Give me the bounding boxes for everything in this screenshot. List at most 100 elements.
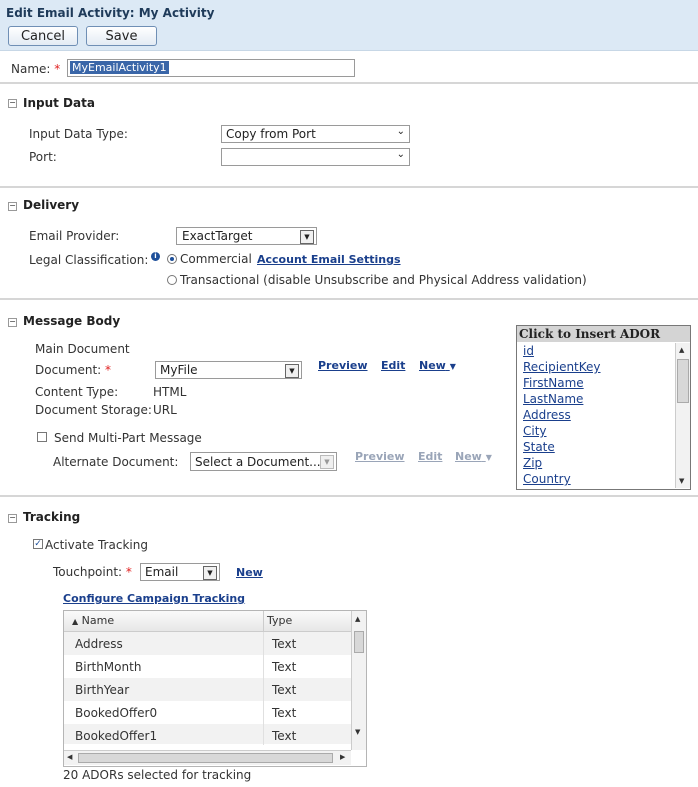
row-type: Text — [272, 637, 297, 651]
name-input[interactable]: MyEmailActivity1 — [67, 59, 355, 77]
touchpoint-select[interactable]: Email ▼ — [140, 563, 220, 581]
minus-icon[interactable]: − — [8, 514, 17, 523]
ador-item-country[interactable]: Country — [523, 472, 571, 486]
scroll-down-icon[interactable]: ▼ — [679, 477, 684, 485]
minus-icon[interactable]: − — [8, 202, 17, 211]
legal-classification-label: Legal Classification: — [29, 253, 149, 267]
caret-down-icon: ▼ — [449, 362, 456, 371]
content-type-label: Content Type: — [35, 385, 119, 399]
new-link[interactable]: New ▼ — [419, 359, 456, 372]
scroll-up-icon[interactable]: ▲ — [355, 615, 360, 623]
column-header-type[interactable]: Type — [267, 614, 292, 627]
table-row[interactable]: BirthYear Text — [64, 678, 351, 701]
grid-vertical-scrollbar[interactable]: ▲ ▼ — [351, 611, 366, 750]
table-row[interactable]: BookedOffer0 Text — [64, 701, 351, 724]
activate-tracking-checkbox[interactable]: ✓ — [33, 539, 43, 549]
input-data-type-label: Input Data Type: — [29, 127, 128, 141]
ador-item-id[interactable]: id — [523, 344, 534, 358]
scroll-right-icon[interactable]: ▶ — [340, 753, 345, 761]
ador-item-city[interactable]: City — [523, 424, 547, 438]
alternate-document-select[interactable]: Select a Document... ▼ — [190, 452, 337, 471]
alternate-document-value: Select a Document... — [195, 454, 321, 469]
tracking-summary: 20 ADORs selected for tracking — [63, 768, 252, 782]
minus-icon[interactable]: − — [8, 99, 17, 108]
preview-link[interactable]: Preview — [318, 359, 368, 372]
port-label: Port: — [29, 150, 57, 164]
email-provider-select[interactable]: ExactTarget ▼ — [176, 227, 317, 245]
row-type: Text — [272, 683, 297, 697]
table-row[interactable]: BirthMonth Text — [64, 655, 351, 678]
activate-tracking-label: Activate Tracking — [45, 538, 148, 552]
column-header-name[interactable]: ▲ Name — [72, 614, 114, 627]
ador-item-address[interactable]: Address — [523, 408, 571, 422]
grid-horizontal-scrollbar[interactable]: ◀ ▶ — [64, 750, 351, 765]
alt-new-link[interactable]: New ▼ — [455, 450, 492, 463]
document-label-text: Document: — [35, 363, 102, 377]
save-button[interactable]: Save — [86, 26, 157, 46]
content-type-value: HTML — [153, 385, 187, 399]
multipart-checkbox[interactable] — [37, 432, 47, 442]
email-provider-value: ExactTarget — [182, 229, 253, 243]
caret-down-icon: ▼ — [485, 453, 492, 462]
table-row[interactable]: Address Text — [64, 632, 351, 655]
cancel-button[interactable]: Cancel — [8, 26, 78, 46]
commercial-radio[interactable] — [167, 254, 177, 264]
required-mark: * — [125, 565, 132, 579]
input-data-type-select[interactable]: Copy from Port ⌄ — [221, 125, 410, 143]
chevron-down-icon: ⌄ — [396, 126, 405, 137]
required-mark: * — [105, 363, 112, 377]
info-icon[interactable]: i — [151, 252, 160, 261]
scrollbar-thumb[interactable] — [78, 753, 333, 763]
edit-link[interactable]: Edit — [381, 359, 405, 372]
sort-up-icon: ▲ — [72, 617, 79, 626]
divider — [0, 186, 698, 188]
row-name: BirthMonth — [75, 660, 142, 674]
alt-preview-link[interactable]: Preview — [355, 450, 405, 463]
table-row[interactable]: BookedOffer1 Text — [64, 724, 351, 744]
document-select[interactable]: MyFile ▼ — [155, 361, 302, 379]
alt-new-link-text: New — [455, 450, 482, 463]
main-document-label: Main Document — [35, 342, 130, 356]
minus-icon[interactable]: − — [8, 318, 17, 327]
scrollbar-thumb[interactable] — [677, 359, 689, 403]
scrollbar-thumb[interactable] — [354, 631, 364, 653]
port-select[interactable]: ⌄ — [221, 148, 410, 166]
ador-item-zip[interactable]: Zip — [523, 456, 542, 470]
alt-edit-link[interactable]: Edit — [418, 450, 442, 463]
ador-item-firstname[interactable]: FirstName — [523, 376, 584, 390]
tracking-grid: ▲ Name Type Address Text BirthMonth Text… — [63, 610, 367, 767]
ador-scrollbar[interactable]: ▲ ▼ — [675, 343, 690, 488]
required-mark: * — [54, 62, 61, 76]
ador-item-recipientkey[interactable]: RecipientKey — [523, 360, 601, 374]
scroll-down-icon[interactable]: ▼ — [355, 728, 360, 736]
new-link-text: New — [419, 359, 446, 372]
row-name: BookedOffer1 — [75, 729, 158, 743]
column-divider — [263, 632, 264, 745]
divider — [0, 82, 698, 84]
divider — [0, 298, 698, 300]
section-title-tracking: Tracking — [23, 510, 81, 524]
commercial-label: Commercial — [180, 252, 252, 266]
document-storage-value: URL — [153, 403, 177, 417]
ador-item-lastname[interactable]: LastName — [523, 392, 583, 406]
document-storage-label: Document Storage: — [35, 403, 152, 417]
account-email-settings-link[interactable]: Account Email Settings — [257, 253, 401, 266]
chevron-down-icon: ▼ — [320, 455, 334, 469]
chevron-down-icon: ⌄ — [396, 149, 405, 160]
ador-panel-title: Click to Insert ADOR — [517, 326, 690, 342]
column-header-name-label: Name — [81, 614, 115, 627]
row-type: Text — [272, 706, 297, 720]
row-type: Text — [272, 729, 297, 743]
ador-item-state[interactable]: State — [523, 440, 555, 454]
page-title: Edit Email Activity: My Activity — [6, 6, 215, 20]
ador-panel: Click to Insert ADOR id RecipientKey Fir… — [516, 325, 691, 490]
alternate-document-label: Alternate Document: — [53, 455, 179, 469]
section-title-delivery: Delivery — [23, 198, 80, 212]
grid-header: ▲ Name Type — [64, 611, 351, 632]
configure-campaign-tracking-link[interactable]: Configure Campaign Tracking — [63, 592, 245, 605]
scroll-up-icon[interactable]: ▲ — [679, 346, 684, 354]
touchpoint-new-link[interactable]: New — [236, 566, 263, 579]
transactional-radio[interactable] — [167, 275, 177, 285]
scroll-left-icon[interactable]: ◀ — [67, 753, 72, 761]
chevron-down-icon: ▼ — [203, 566, 217, 580]
